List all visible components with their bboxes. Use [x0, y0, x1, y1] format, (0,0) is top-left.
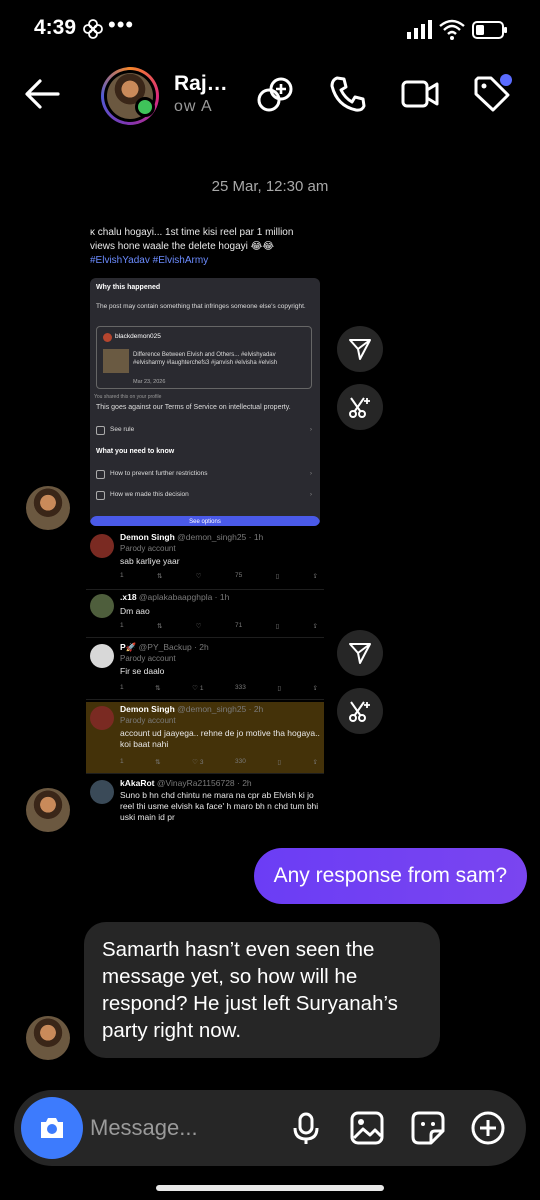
tweet-item: .x18 @aplakabaapghpla · 1h Dm aao 1 ⇅ ♡ 71 ▯… [86, 590, 324, 638]
date-separator: 25 Mar, 12:30 am [211, 178, 329, 195]
tweet-item: Demon Singh @demon_singh25 · 1h Parody a… [86, 530, 324, 590]
more-notifications-icon: ••• [108, 12, 135, 37]
tweet-author: P🚀 [120, 642, 137, 652]
tweet-avatar [90, 534, 114, 558]
sticker-icon[interactable] [410, 1110, 446, 1146]
tweet-actions: 1 ⇅ ♡ 75 ▯ ⇪ [120, 572, 318, 580]
tweet-handle: @VinayRa21156728 · 2h [156, 778, 252, 788]
send-icon [349, 643, 371, 664]
parody-label: Parody account [120, 716, 176, 725]
scissors-sparkle-icon [349, 397, 370, 418]
outgoing-message[interactable]: Any response from sam? [253, 848, 527, 904]
tweet-item-highlighted: Demon Singh @demon_singh25 · 2h Parody a… [86, 702, 324, 774]
post-caption: ĸ chalu hogayi... 1st time kisi reel par… [90, 226, 318, 268]
video-call-icon[interactable] [400, 74, 440, 114]
forward-button[interactable] [337, 630, 383, 676]
gallery-icon[interactable] [349, 1110, 385, 1146]
notice-title: Why this happened [96, 284, 161, 291]
tweet-item: P🚀 @PY_Backup · 2h Parody account Fir se… [86, 640, 324, 700]
tweet-text: Suno b hn chd chintu ne mara na cpr ab E… [120, 790, 319, 822]
signal-icon [407, 20, 432, 39]
camera-icon [41, 1118, 63, 1138]
app-notification-icon [83, 19, 103, 39]
forward-button[interactable] [337, 326, 383, 372]
add-icon[interactable] [470, 1110, 506, 1146]
need-to-know-title: What you need to know [96, 448, 175, 455]
voice-call-icon[interactable] [328, 74, 368, 114]
scissors-sparkle-icon [349, 701, 370, 722]
add-effects-icon[interactable] [256, 74, 296, 114]
see-options-button: See options [90, 516, 320, 526]
parody-label: Parody account [120, 654, 176, 663]
tweet-handle: @aplakabaapghpla · 1h [138, 592, 230, 602]
message-input[interactable] [90, 1112, 280, 1144]
tweet-avatar [90, 594, 114, 618]
message-composer [14, 1090, 526, 1166]
caption-hashtags: #ElvishYadav #ElvishArmy [90, 255, 209, 266]
tweet-handle: @demon_singh25 · 2h [177, 704, 264, 714]
tweet-actions: 1 ⇅ ♡ 71 ▯ ⇪ [120, 622, 318, 630]
ai-edit-button[interactable] [337, 384, 383, 430]
sender-avatar[interactable] [26, 486, 70, 530]
tweet-handle: @PY_Backup · 2h [138, 642, 209, 652]
tweet-item: kAkaRot @VinayRa21156728 · 2h Suno b hn … [86, 776, 324, 830]
chat-header: Raj… ow A [0, 58, 540, 138]
prevent-row: How to prevent further restrictions [96, 470, 314, 479]
tweet-text: account ud jaayega.. rehne de jo motive … [120, 728, 320, 749]
camera-button[interactable] [21, 1097, 83, 1159]
preview-username: blackdemon025 [115, 333, 161, 340]
tweet-author: kAkaRot [120, 778, 155, 788]
preview-thumbnail [103, 349, 129, 373]
contact-subtitle: ow A [174, 98, 213, 115]
policy-text: This goes against our Terms of Service o… [96, 404, 291, 411]
battery-icon [472, 21, 507, 39]
tweet-author: Demon Singh [120, 532, 175, 542]
wifi-icon [439, 19, 465, 40]
see-rule-row: See rule [96, 426, 314, 435]
tweet-text: Fir se daalo [120, 666, 165, 676]
tweet-avatar [90, 706, 114, 730]
tweet-author: Demon Singh [120, 704, 175, 714]
contact-avatar[interactable] [101, 67, 159, 125]
status-time: 4:39 [34, 16, 77, 39]
preview-avatar [103, 333, 112, 342]
tweet-avatar [90, 644, 114, 668]
sender-avatar[interactable] [26, 788, 70, 832]
instagram-notice-card: Why this happened The post may contain s… [90, 278, 320, 526]
tweet-author: .x18 [120, 592, 137, 602]
contact-name[interactable]: Raj… [174, 72, 228, 96]
notification-dot [500, 74, 512, 86]
incoming-message[interactable]: Samarth hasn’t even seen the message yet… [84, 922, 440, 1058]
sender-avatar[interactable] [26, 1016, 70, 1060]
tweet-text: sab karliye yaar [120, 556, 180, 566]
online-status-dot [135, 97, 155, 117]
status-bar: 4:39 ••• [0, 0, 540, 58]
ai-edit-button[interactable] [337, 688, 383, 734]
preview-date: Mar 23, 2026 [133, 379, 166, 385]
send-icon [349, 339, 371, 360]
preview-text: Difference Between Elvish and Others... … [133, 352, 278, 366]
shared-image-message[interactable]: ĸ chalu hogayi... 1st time kisi reel par… [86, 222, 324, 830]
tweet-handle: @demon_singh25 · 1h [177, 532, 264, 542]
tweet-avatar [90, 780, 114, 804]
back-arrow-icon[interactable] [22, 74, 62, 114]
decision-row: How we made this decision [96, 491, 314, 500]
parody-label: Parody account [120, 544, 176, 553]
home-indicator[interactable] [156, 1185, 384, 1191]
tweet-text: Dm aao [120, 606, 150, 616]
tweet-actions: 1 ⇅ ♡ 3 330 ▯ ⇪ [120, 758, 318, 766]
notice-post-preview: blackdemon025 Difference Between Elvish … [96, 326, 312, 389]
tweet-actions: 1 ⇅ ♡ 1 333 ▯ ⇪ [120, 684, 318, 692]
microphone-icon[interactable] [288, 1110, 324, 1146]
notice-body: The post may contain something that infr… [96, 303, 306, 310]
caption-text: ĸ chalu hogayi... 1st time kisi reel par… [90, 227, 294, 252]
shared-note: You shared this on your profile [94, 394, 162, 400]
